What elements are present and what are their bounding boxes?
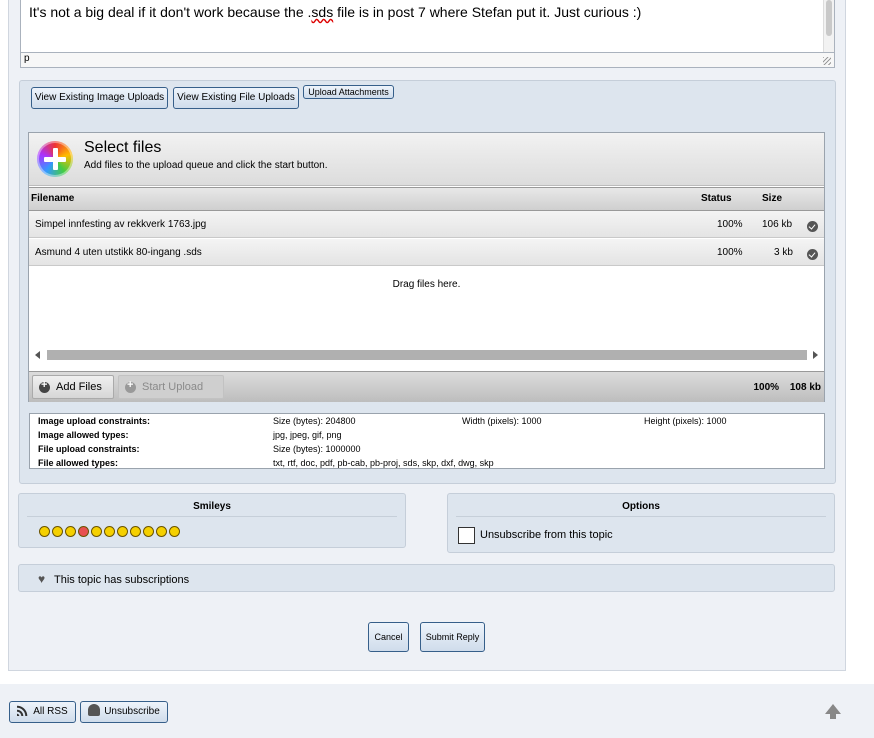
column-status: Status	[701, 193, 732, 204]
editor-scrollbar[interactable]	[823, 0, 834, 52]
constraint-label: Image allowed types:	[38, 430, 129, 440]
scrollbar-thumb[interactable]	[47, 350, 807, 360]
submit-reply-button[interactable]: Submit Reply	[420, 622, 485, 652]
file-list-scrollbar[interactable]	[33, 349, 820, 361]
misspelled-word: sds	[311, 4, 334, 20]
editor-status-bar: p	[21, 52, 834, 67]
column-filename: Filename	[31, 193, 75, 204]
constraint-value: Size (bytes): 1000000	[273, 444, 361, 454]
smiley-confused-icon[interactable]	[91, 526, 102, 537]
file-name: Asmund 4 uten utstikk 80-ingang .sds	[35, 247, 202, 258]
constraint-label: File upload constraints:	[38, 444, 140, 454]
view-image-uploads-button[interactable]: View Existing Image Uploads	[31, 87, 168, 109]
constraint-label: File allowed types:	[38, 458, 119, 468]
smiley-wink-icon[interactable]	[169, 526, 180, 537]
unsubscribe-button[interactable]: Unsubscribe	[80, 701, 168, 723]
file-list-header: Filename Status Size	[29, 187, 824, 211]
message-editor[interactable]: It's not a big deal if it don't work bec…	[20, 0, 835, 68]
constraint-value: txt, rtf, doc, pdf, pb-cab, pb-proj, sds…	[273, 458, 494, 468]
add-files-button[interactable]: Add Files	[32, 375, 114, 399]
smiley-sad-icon[interactable]	[65, 526, 76, 537]
upload-attachments-button[interactable]: Upload Attachments	[303, 85, 394, 99]
file-status: 100%	[717, 219, 743, 230]
options-panel: Options Unsubscribe from this topic	[447, 493, 835, 553]
smiley-laugh-icon[interactable]	[117, 526, 128, 537]
divider	[27, 516, 397, 517]
drop-zone-text[interactable]: Drag files here.	[29, 279, 824, 290]
add-files-label: Add Files	[56, 381, 102, 393]
file-status: 100%	[717, 247, 743, 258]
view-file-uploads-button[interactable]: View Existing File Uploads	[173, 87, 299, 109]
uploader-subtitle: Add files to the upload queue and click …	[84, 160, 328, 171]
unsubscribe-checkbox[interactable]	[458, 527, 475, 544]
plus-circle-icon	[39, 379, 50, 393]
check-icon	[807, 249, 818, 260]
heart-icon: ♥	[38, 572, 46, 586]
total-status: 100%	[753, 382, 780, 393]
cancel-button[interactable]: Cancel	[368, 622, 409, 652]
add-files-icon	[37, 141, 73, 177]
smiley-icon[interactable]	[39, 526, 50, 537]
unsubscribe-label[interactable]: Unsubscribe from this topic	[480, 529, 613, 541]
subscriptions-text: This topic has subscriptions	[54, 574, 190, 586]
scrollbar-thumb[interactable]	[826, 0, 832, 36]
file-row[interactable]: Simpel innfesting av rekkverk 1763.jpg 1…	[29, 211, 824, 238]
editor-text[interactable]: It's not a big deal if it don't work bec…	[29, 4, 641, 20]
file-uploader: Select files Add files to the upload que…	[28, 132, 825, 402]
smiley-tongue-icon[interactable]	[156, 526, 167, 537]
smileys-panel: Smileys	[18, 493, 406, 548]
uploader-footer: Add Files Start Upload 100% 108 kb	[29, 371, 824, 402]
element-path[interactable]: p	[24, 53, 30, 64]
constraint-value: jpg, jpeg, gif, png	[273, 430, 342, 440]
column-size: Size	[762, 193, 783, 204]
unsubscribe-icon	[88, 704, 101, 716]
smiley-grin-icon[interactable]	[104, 526, 115, 537]
uploader-title: Select files	[84, 139, 162, 156]
back-to-top-icon[interactable]	[825, 704, 841, 719]
constraint-value: Size (bytes): 204800	[273, 416, 356, 426]
constraint-value: Height (pixels): 1000	[644, 416, 727, 426]
divider	[456, 516, 826, 517]
uploader-header: Select files Add files to the upload que…	[29, 133, 824, 186]
options-title: Options	[622, 501, 660, 512]
total-size: 108 kb	[789, 382, 821, 393]
file-row[interactable]: Asmund 4 uten utstikk 80-ingang .sds 100…	[29, 239, 824, 266]
editor-text-part: It's not a big deal if it don't work bec…	[29, 4, 312, 20]
subscriptions-panel: ♥ This topic has subscriptions	[18, 564, 835, 592]
editor-text-part: file is in post 7 where Stefan put it. J…	[333, 4, 642, 20]
upload-circle-icon	[125, 379, 136, 393]
resize-grip-icon[interactable]	[823, 57, 831, 65]
file-size: 106 kb	[762, 219, 793, 230]
constraint-value: Width (pixels): 1000	[462, 416, 542, 426]
upload-constraints: Image upload constraints: Size (bytes): …	[29, 413, 825, 469]
check-icon	[807, 221, 818, 232]
start-upload-button[interactable]: Start Upload	[118, 375, 224, 399]
constraint-label: Image upload constraints:	[38, 416, 151, 426]
file-name: Simpel innfesting av rekkverk 1763.jpg	[35, 219, 207, 230]
smiley-cool-icon[interactable]	[52, 526, 63, 537]
scroll-right-icon[interactable]	[813, 351, 818, 359]
smiley-happy-icon[interactable]	[130, 526, 141, 537]
smiley-angry-icon[interactable]	[78, 526, 89, 537]
upload-totals: 100% 108 kb	[746, 382, 822, 393]
smiley-surprised-icon[interactable]	[143, 526, 154, 537]
scroll-left-icon[interactable]	[35, 351, 40, 359]
file-size: 3 kb	[774, 247, 793, 258]
all-rss-button[interactable]: All RSS	[9, 701, 76, 723]
all-rss-label: All RSS	[33, 706, 68, 717]
smileys-title: Smileys	[193, 501, 231, 512]
start-upload-label: Start Upload	[142, 381, 204, 393]
rss-icon	[17, 704, 30, 716]
unsubscribe-button-label: Unsubscribe	[104, 706, 160, 717]
